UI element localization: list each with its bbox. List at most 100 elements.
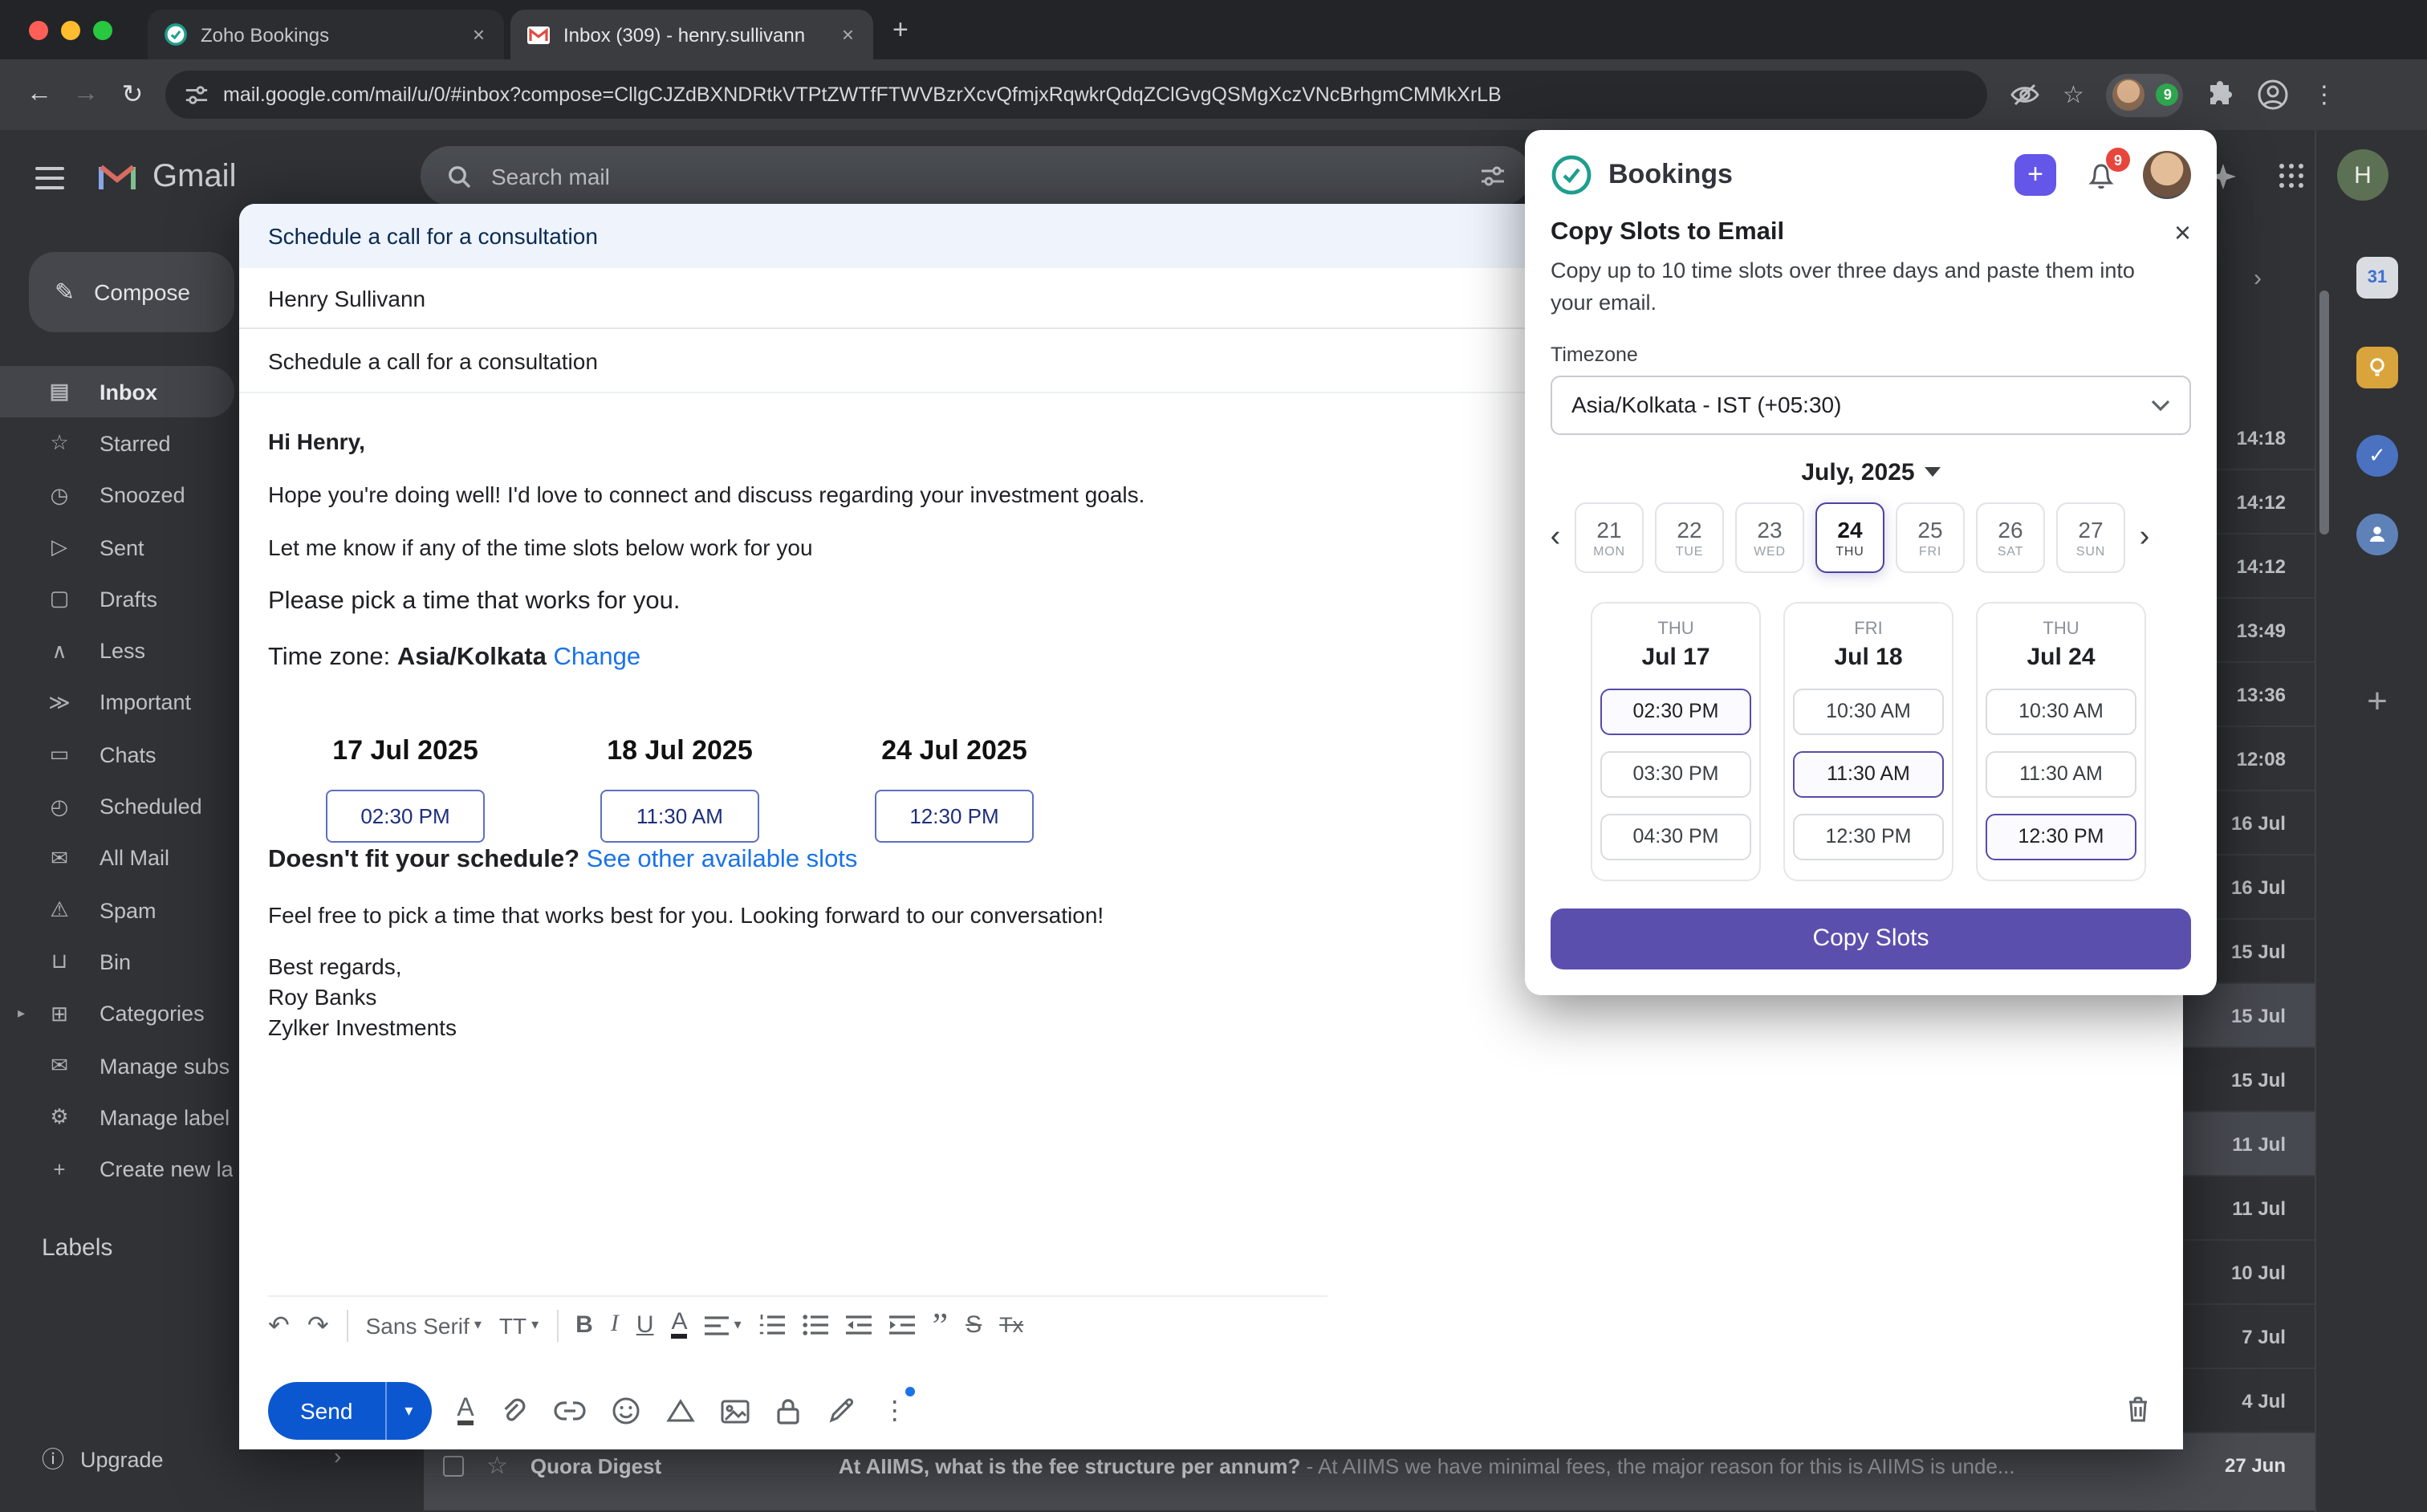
timezone-select[interactable]: Asia/Kolkata - IST (+05:30) <box>1551 375 2191 434</box>
slot-time-button[interactable]: 02:30 PM <box>326 790 485 843</box>
time-slot-button[interactable]: 11:30 AM <box>1986 750 2136 797</box>
user-avatar[interactable] <box>2143 151 2191 199</box>
insert-image-icon[interactable] <box>722 1399 750 1423</box>
confidential-lock-icon[interactable] <box>776 1396 802 1425</box>
numbered-list-icon[interactable] <box>759 1315 785 1335</box>
time-slot-button[interactable]: 10:30 AM <box>1793 688 1944 734</box>
insert-emoji-icon[interactable] <box>612 1396 641 1425</box>
expand-caret-icon[interactable]: ▸ <box>18 1005 25 1022</box>
sidebar-item-sent[interactable]: ▷Sent <box>0 522 244 574</box>
gmail-compose-button[interactable]: ✎ Compose <box>29 252 234 332</box>
time-slot-button[interactable]: 12:30 PM <box>1986 813 2136 860</box>
week-day-22[interactable]: 22TUE <box>1655 502 1724 572</box>
calendar-icon[interactable]: 31 <box>2356 257 2398 299</box>
close-window-button[interactable] <box>29 21 48 40</box>
close-tab-icon[interactable]: × <box>839 22 857 47</box>
gmail-account-avatar[interactable]: H <box>2337 149 2388 201</box>
underline-icon[interactable]: U <box>636 1311 654 1339</box>
reload-button[interactable]: ↻ <box>109 79 156 111</box>
week-day-21[interactable]: 21MON <box>1575 502 1644 572</box>
close-tab-icon[interactable]: × <box>470 22 488 47</box>
sidebar-item-manage-subs[interactable]: ✉Manage subs <box>0 1040 244 1092</box>
new-tab-button[interactable]: + <box>892 14 909 47</box>
search-filter-icon[interactable] <box>1480 163 1506 189</box>
month-selector[interactable]: July, 2025 <box>1525 458 2217 486</box>
bold-icon[interactable]: B <box>575 1311 593 1339</box>
add-booking-button[interactable]: + <box>2014 154 2056 196</box>
font-size-selector[interactable]: TT▾ <box>499 1312 539 1338</box>
attach-file-icon[interactable] <box>500 1396 529 1425</box>
sidebar-item-spam[interactable]: ⚠Spam <box>0 884 244 937</box>
side-panel-collapse-icon[interactable]: › <box>2254 265 2262 292</box>
sidebar-item-all-mail[interactable]: ✉All Mail <box>0 832 244 884</box>
week-day-23[interactable]: 23WED <box>1735 502 1804 572</box>
main-menu-icon[interactable] <box>35 167 64 189</box>
time-slot-button[interactable]: 03:30 PM <box>1600 750 1751 797</box>
week-day-25[interactable]: 25FRI <box>1896 502 1965 572</box>
text-color-icon[interactable]: A <box>672 1311 688 1339</box>
upgrade-button[interactable]: ⓘ Upgrade <box>42 1443 164 1475</box>
email-checkbox[interactable] <box>443 1455 464 1476</box>
time-slot-button[interactable]: 02:30 PM <box>1600 688 1751 734</box>
see-other-slots-link[interactable]: See other available slots <box>587 846 858 873</box>
formatting-options-icon[interactable]: A <box>457 1396 474 1425</box>
sidebar-item-important[interactable]: ≫Important <box>0 677 244 730</box>
time-slot-button[interactable]: 11:30 AM <box>1793 750 1944 797</box>
time-slot-button[interactable]: 04:30 PM <box>1600 813 1751 860</box>
strikethrough-icon[interactable]: S <box>966 1311 982 1339</box>
browser-menu-icon[interactable]: ⋮ <box>2312 80 2336 109</box>
time-slot-button[interactable]: 10:30 AM <box>1986 688 2136 734</box>
search-input[interactable]: Search mail <box>421 146 1531 205</box>
time-slot-button[interactable]: 12:30 PM <box>1793 813 1944 860</box>
slot-time-button[interactable]: 11:30 AM <box>600 790 759 843</box>
send-options-arrow[interactable]: ▾ <box>386 1382 431 1440</box>
bulleted-list-icon[interactable] <box>803 1315 828 1335</box>
google-apps-grid-icon[interactable] <box>2279 164 2305 189</box>
sidebar-item-scheduled[interactable]: ◴Scheduled <box>0 781 244 833</box>
sidebar-item-chats[interactable]: ▭Chats <box>0 729 244 781</box>
tasks-icon[interactable]: ✓ <box>2356 435 2398 477</box>
previous-week-icon[interactable]: ‹ <box>1544 519 1567 555</box>
sidebar-item-inbox[interactable]: ▤Inbox <box>0 366 234 418</box>
sidebar-item-less[interactable]: ∧Less <box>0 625 244 677</box>
tracking-protection-eye-icon[interactable] <box>2010 82 2040 108</box>
copy-slots-button[interactable]: Copy Slots <box>1551 908 2191 969</box>
align-icon[interactable]: ▾ <box>705 1315 742 1335</box>
week-day-27[interactable]: 27SUN <box>2056 502 2125 572</box>
change-timezone-link[interactable]: Change <box>554 644 641 671</box>
next-week-icon[interactable]: › <box>2133 519 2156 555</box>
tab-inbox[interactable]: Inbox (309) - henry.sullivann × <box>510 10 873 59</box>
undo-icon[interactable]: ↶ <box>268 1309 290 1341</box>
keep-icon[interactable] <box>2356 347 2398 388</box>
italic-icon[interactable]: I <box>611 1311 619 1339</box>
notifications-bell-icon[interactable]: 9 <box>2085 159 2117 191</box>
zoho-extension-button[interactable]: 9 <box>2107 73 2184 116</box>
scrollbar[interactable] <box>2319 291 2329 534</box>
tab-zoho-bookings[interactable]: Zoho Bookings × <box>148 10 504 59</box>
redo-icon[interactable]: ↷ <box>307 1309 329 1341</box>
insert-link-icon[interactable] <box>555 1401 587 1421</box>
close-panel-icon[interactable]: × <box>2174 222 2191 244</box>
sidebar-item-bin[interactable]: ⊔Bin <box>0 937 244 989</box>
slot-time-button[interactable]: 12:30 PM <box>875 790 1034 843</box>
font-family-selector[interactable]: Sans Serif▾ <box>366 1312 482 1338</box>
sidebar-item-categories[interactable]: ▸⊞Categories <box>0 988 244 1040</box>
sidebar-item-snoozed[interactable]: ◷Snoozed <box>0 469 244 522</box>
email-star-icon[interactable]: ☆ <box>486 1451 508 1480</box>
indent-less-icon[interactable] <box>846 1315 872 1335</box>
indent-more-icon[interactable] <box>889 1315 915 1335</box>
browser-profile-icon[interactable] <box>2258 79 2290 111</box>
back-button[interactable]: ← <box>16 80 63 109</box>
forward-button[interactable]: → <box>63 80 109 109</box>
minimize-window-button[interactable] <box>61 21 80 40</box>
sidebar-item-drafts[interactable]: ▢Drafts <box>0 573 244 625</box>
contacts-icon[interactable] <box>2356 514 2398 555</box>
week-day-26[interactable]: 26SAT <box>1976 502 2045 572</box>
insert-drive-icon[interactable] <box>667 1398 696 1424</box>
extensions-puzzle-icon[interactable] <box>2206 80 2235 109</box>
sidebar-item-manage-label[interactable]: ⚙Manage label <box>0 1091 244 1144</box>
send-button[interactable]: Send ▾ <box>268 1382 431 1440</box>
sidebar-item-starred[interactable]: ☆Starred <box>0 418 244 470</box>
site-settings-icon[interactable] <box>185 83 209 107</box>
zoom-window-button[interactable] <box>93 21 112 40</box>
